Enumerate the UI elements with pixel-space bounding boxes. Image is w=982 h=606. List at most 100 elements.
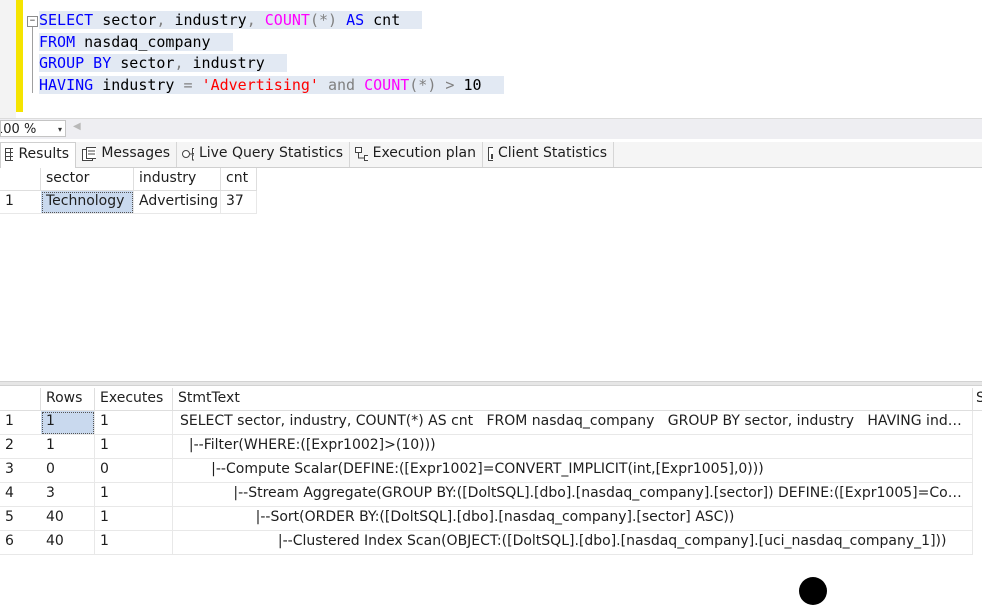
messages-icon: [82, 147, 97, 161]
row-number[interactable]: 3: [0, 459, 41, 483]
cell-stmttext[interactable]: |--Sort(ORDER BY:([DoltSQL].[dbo].[nasda…: [173, 507, 973, 531]
cell-stmttext[interactable]: |--Filter(WHERE:([Expr1002]>(10))): [173, 435, 973, 459]
selected-text-highlight: HAVING industry = 'Advertising' and COUN…: [39, 75, 504, 94]
tab-live-query-statistics[interactable]: Live Query Statistics: [178, 142, 350, 167]
selected-text-highlight: GROUP BY sector, industry: [39, 54, 287, 72]
cell-executes[interactable]: 1: [95, 531, 173, 555]
code-token: industry: [183, 54, 265, 72]
cell-stmttext[interactable]: |--Compute Scalar(DEFINE:([Expr1002]=CON…: [173, 459, 973, 483]
code-token: COUNT: [364, 75, 410, 94]
tab-label: Client Statistics: [498, 145, 607, 161]
code-token: SELECT: [39, 11, 94, 29]
cell-executes[interactable]: 1: [95, 483, 173, 507]
query-editor[interactable]: − SELECT sector, industry, COUNT(*) AS c…: [0, 0, 982, 118]
code-token: industry: [165, 11, 247, 29]
grid-icon: [5, 148, 14, 161]
tab-client-statistics[interactable]: Client Statistics: [484, 142, 614, 167]
code-token: ,: [246, 11, 256, 29]
row-number[interactable]: 2: [0, 435, 41, 459]
cell-rows[interactable]: 0: [41, 459, 95, 483]
showplan-grid[interactable]: Rows Executes StmtText S 111SELECT secto…: [0, 388, 982, 556]
cell-industry[interactable]: Advertising: [134, 191, 221, 214]
cell-rows[interactable]: 3: [41, 483, 95, 507]
code-token: GROUP BY: [39, 54, 112, 72]
chevron-down-icon[interactable]: ▾: [58, 121, 62, 136]
column-header-rows[interactable]: Rows: [41, 388, 95, 411]
client-statistics-icon: [488, 147, 494, 161]
outline-fold-line: [32, 27, 33, 93]
code-token: (*): [309, 11, 338, 29]
code-token: COUNT: [264, 11, 310, 29]
code-token: industry: [93, 75, 184, 94]
cell-stmttext[interactable]: |--Clustered Index Scan(OBJECT:([DoltSQL…: [173, 531, 973, 555]
column-header-stmtid[interactable]: S: [973, 388, 982, 411]
live-query-icon: [182, 148, 194, 161]
row-number[interactable]: 4: [0, 483, 41, 507]
cell-rows[interactable]: 1: [41, 435, 95, 459]
editor-selection-margin[interactable]: [0, 0, 16, 118]
collapse-toggle-icon[interactable]: −: [27, 16, 38, 27]
tab-label: Execution plan: [372, 145, 476, 161]
mouse-cursor-indicator: [799, 577, 827, 605]
tab-label: Messages: [101, 145, 170, 161]
code-token: nasdaq_company: [75, 32, 211, 51]
editor-zoom-strip: 100 % ▾ ◀: [0, 118, 982, 139]
column-header-cnt[interactable]: cnt: [221, 168, 257, 191]
changed-lines-indicator: [16, 0, 23, 112]
tab-results[interactable]: Results: [0, 142, 76, 168]
column-header-stmttext[interactable]: StmtText: [173, 388, 973, 411]
code-token: AS: [346, 11, 365, 29]
code-token: sector: [93, 11, 157, 29]
code-token: HAVING: [39, 75, 94, 94]
code-token: 'Advertising': [201, 75, 319, 94]
code-line[interactable]: SELECT sector, industry, COUNT(*) AS cnt: [39, 10, 504, 32]
selected-text-highlight: FROM nasdaq_company: [39, 32, 233, 51]
code-token: ,: [174, 54, 184, 72]
results-splitter[interactable]: [0, 381, 982, 386]
tab-label: Live Query Statistics: [198, 145, 343, 161]
row-number[interactable]: 6: [0, 531, 41, 555]
cell-executes[interactable]: 1: [95, 435, 173, 459]
code-token: and: [328, 75, 356, 94]
cell-stmttext[interactable]: |--Stream Aggregate(GROUP BY:([DoltSQL].…: [173, 483, 973, 507]
cell-executes[interactable]: 1: [95, 507, 173, 531]
cell-sector[interactable]: Technology: [41, 191, 134, 214]
row-number[interactable]: 5: [0, 507, 41, 531]
zoom-value: 100 %: [1, 122, 37, 137]
sql-code[interactable]: SELECT sector, industry, COUNT(*) AS cnt…: [39, 10, 504, 96]
cell-cnt[interactable]: 37: [221, 191, 257, 214]
cell-rows[interactable]: 40: [41, 507, 95, 531]
row-header-corner[interactable]: [0, 388, 41, 411]
column-header-executes[interactable]: Executes: [95, 388, 173, 411]
tab-messages[interactable]: Messages: [78, 142, 177, 167]
cell-executes[interactable]: 0: [95, 459, 173, 483]
scroll-left-icon[interactable]: ◀: [73, 121, 81, 132]
execution-plan-icon: [355, 147, 368, 161]
zoom-select[interactable]: 100 % ▾: [0, 120, 66, 137]
code-token: (*): [409, 75, 437, 94]
row-number[interactable]: 1: [0, 191, 41, 214]
code-line[interactable]: HAVING industry = 'Advertising' and COUN…: [39, 75, 504, 97]
column-header-sector[interactable]: sector: [41, 168, 134, 191]
tab-execution-plan[interactable]: Execution plan: [351, 142, 483, 167]
code-token: cnt: [364, 11, 401, 29]
cell-stmttext[interactable]: SELECT sector, industry, COUNT(*) AS cnt…: [173, 411, 973, 435]
cell-rows[interactable]: 1: [41, 411, 95, 435]
column-header-industry[interactable]: industry: [134, 168, 221, 191]
code-line[interactable]: GROUP BY sector, industry: [39, 53, 504, 75]
tab-label: Results: [18, 146, 69, 162]
code-line[interactable]: FROM nasdaq_company: [39, 32, 504, 54]
row-number[interactable]: 1: [0, 411, 41, 435]
cell-rows[interactable]: 40: [41, 531, 95, 555]
selected-text-highlight: SELECT sector, industry, COUNT(*) AS cnt: [39, 11, 423, 29]
cell-executes[interactable]: 1: [95, 411, 173, 435]
code-token: FROM: [39, 32, 76, 51]
code-token: =: [183, 75, 193, 94]
results-grid[interactable]: sector industry cnt 1 Technology Adverti…: [0, 168, 982, 380]
row-header-corner[interactable]: [0, 168, 41, 191]
